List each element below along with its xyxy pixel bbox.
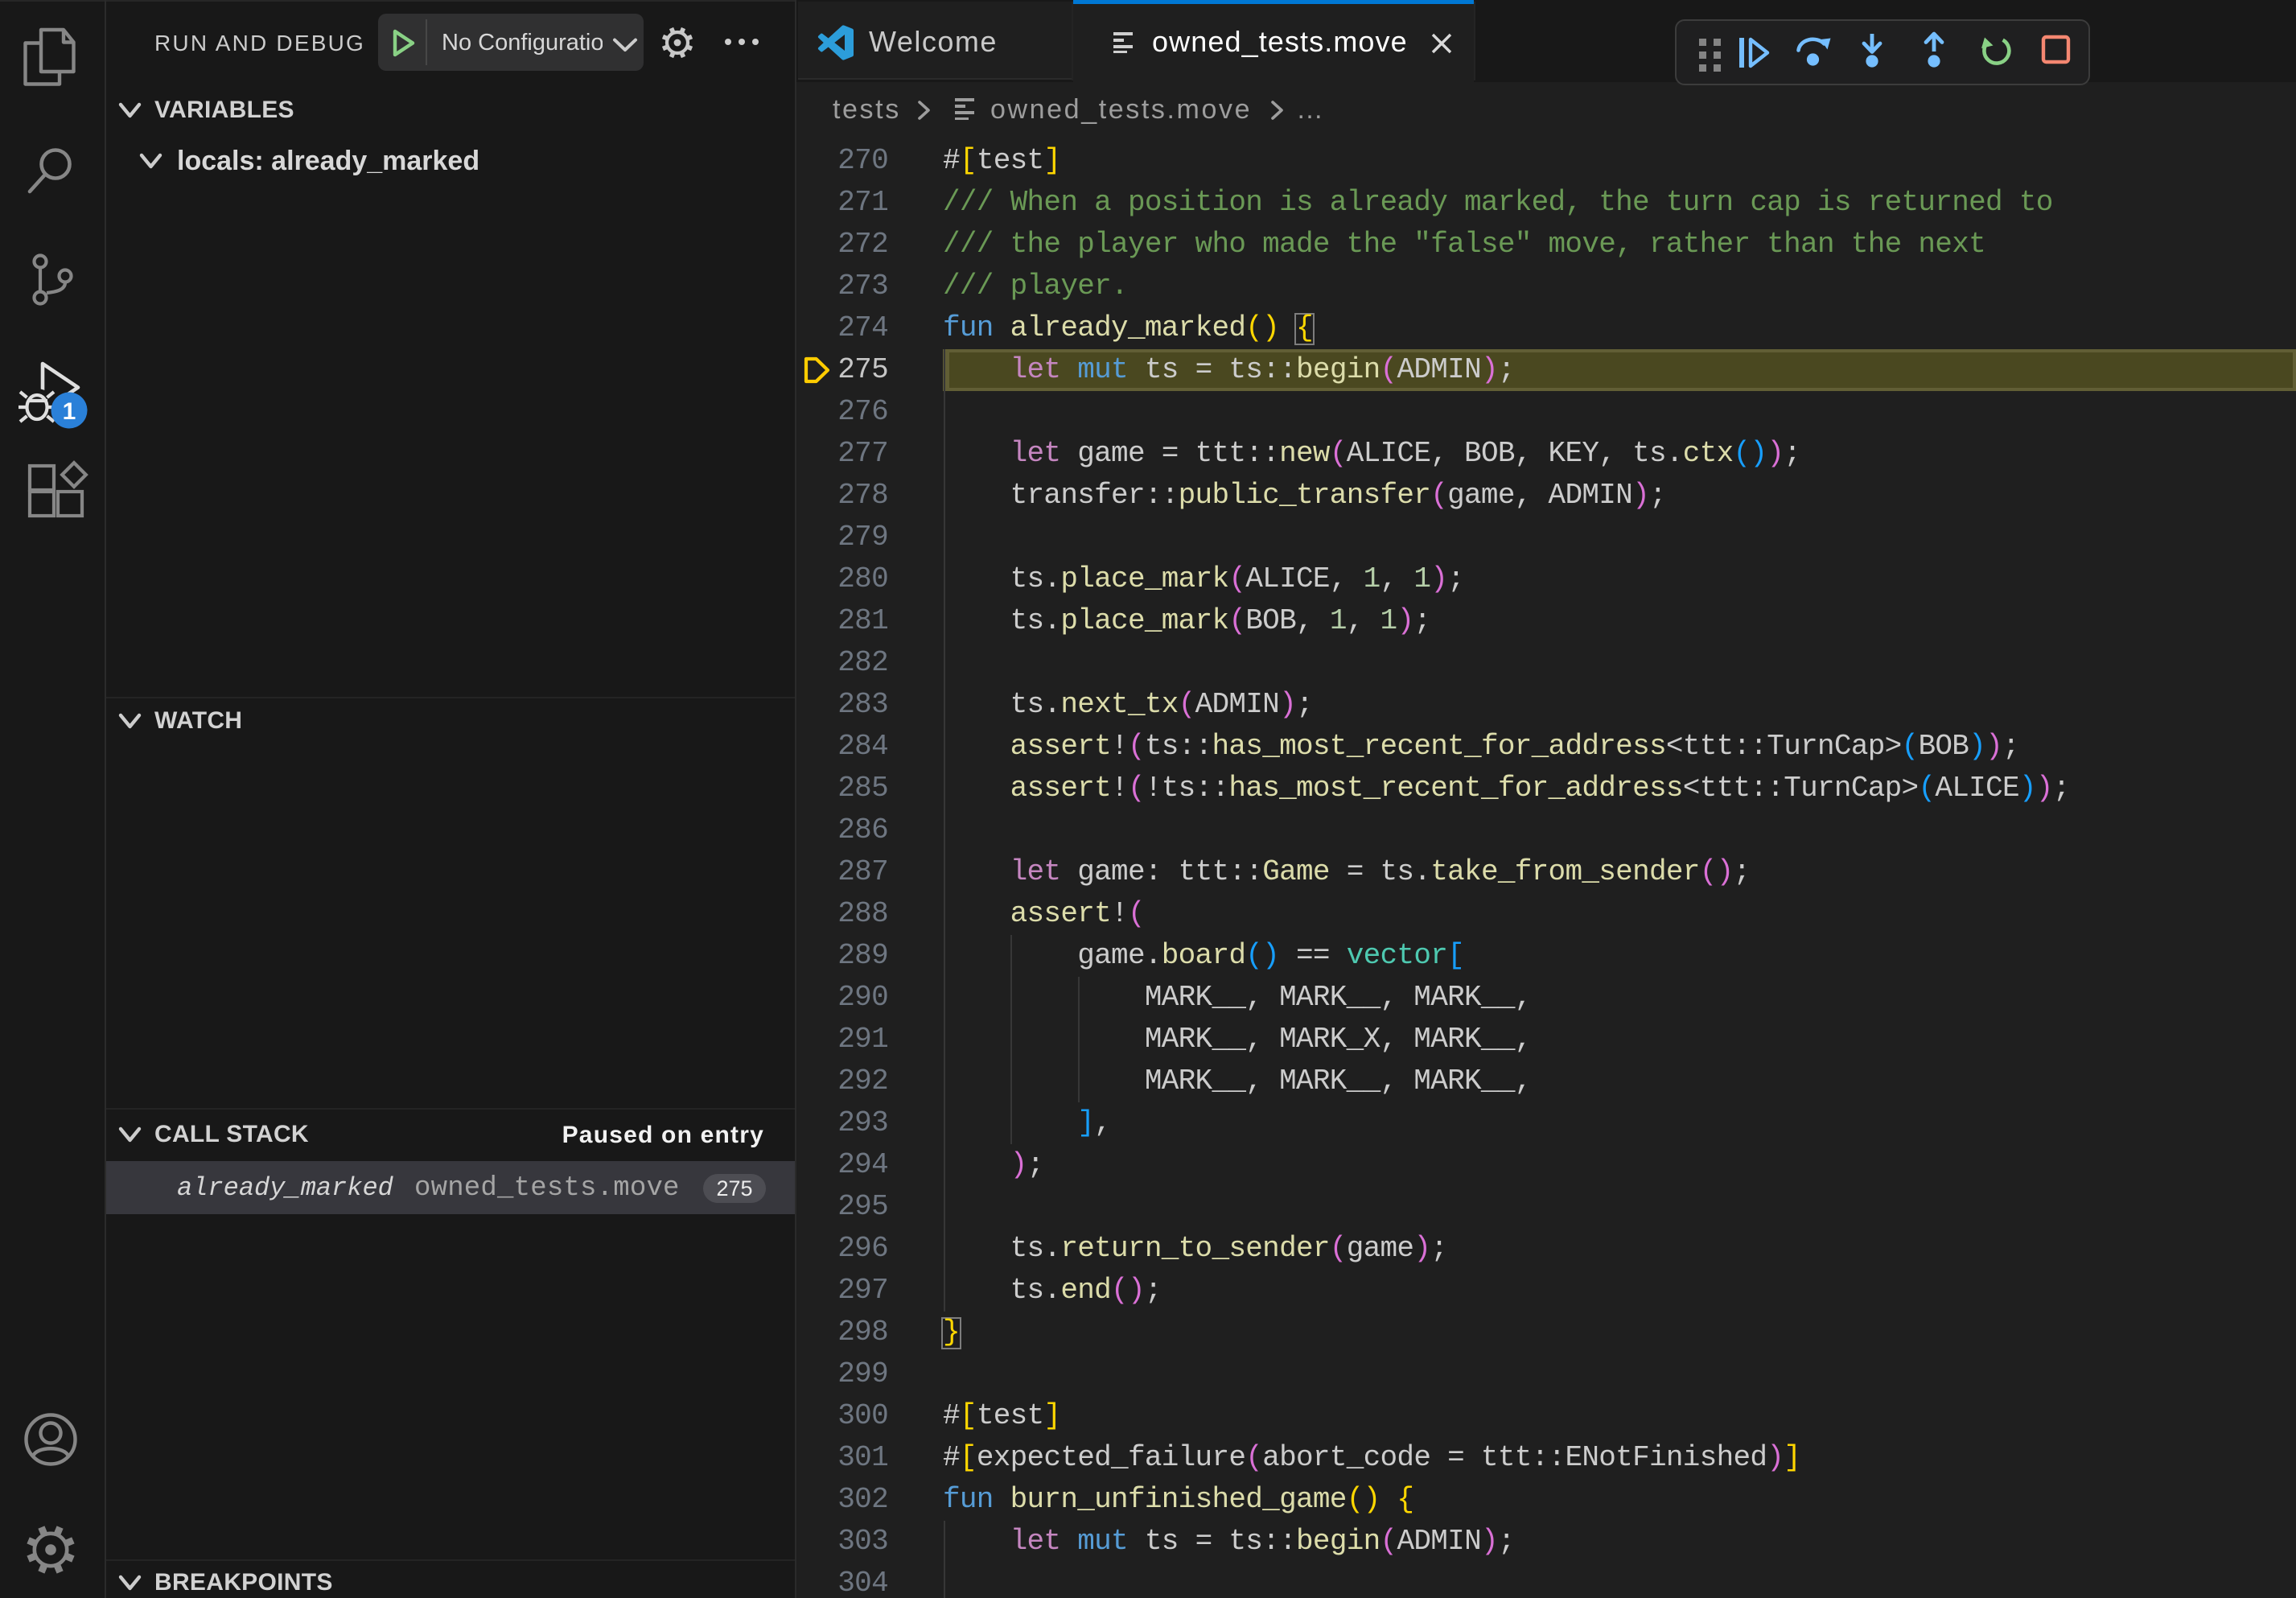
svg-text:1: 1 — [63, 398, 76, 425]
